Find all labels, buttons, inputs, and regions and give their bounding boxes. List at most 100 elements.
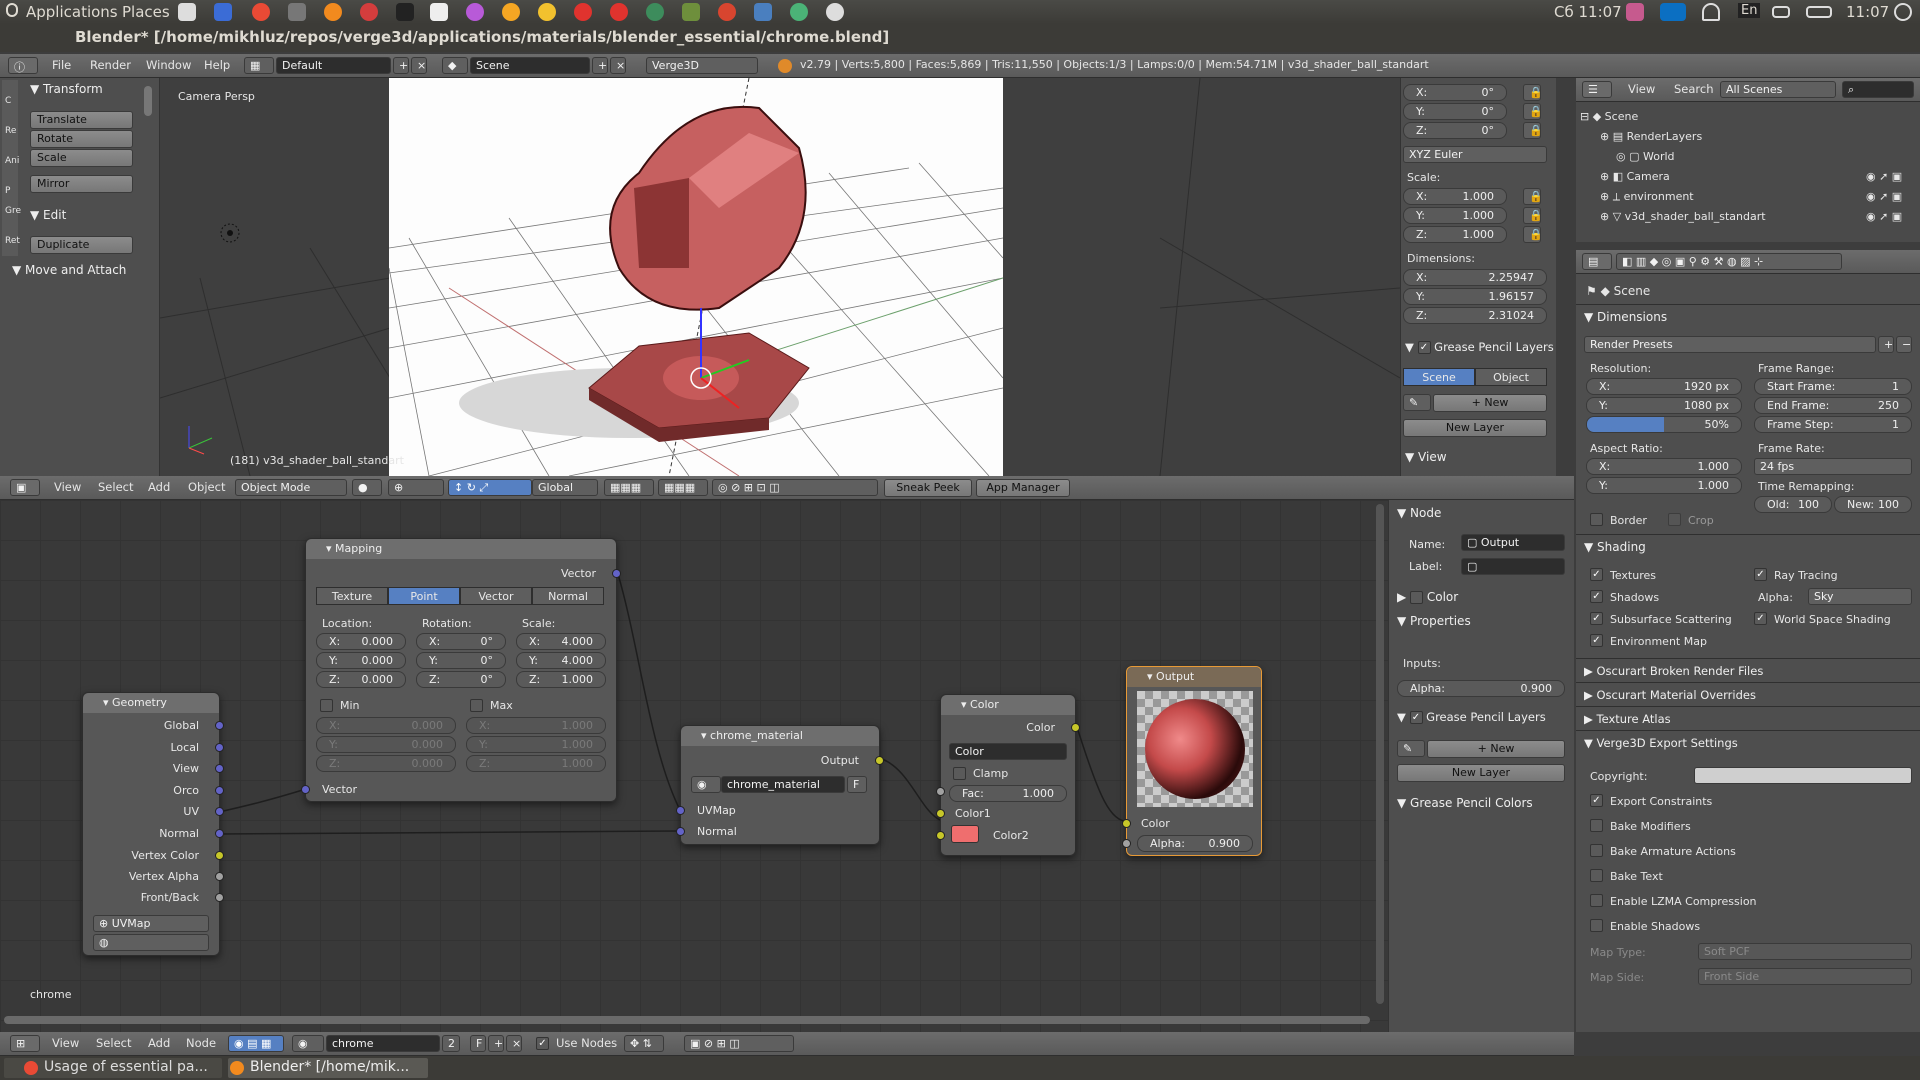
mapping-max-checkbox[interactable]	[470, 699, 483, 712]
crop-checkbox[interactable]	[1668, 513, 1681, 526]
app-red2-icon[interactable]	[610, 3, 628, 21]
geometry-node[interactable]: ▾ Geometry Global Local View Orco UV Nor…	[82, 692, 224, 956]
dimension-z-field[interactable]: Z: 2.31024	[1403, 307, 1547, 324]
tab-grease[interactable]: Gre	[5, 206, 21, 216]
sneak-peek-button[interactable]: Sneak Peek	[884, 479, 972, 497]
blender-icon[interactable]	[324, 3, 342, 21]
node-material-field[interactable]: chrome	[326, 1035, 440, 1052]
node-menu-view[interactable]: View	[52, 1036, 79, 1050]
indicator-icon[interactable]	[1626, 3, 1644, 21]
tool-icon[interactable]	[288, 3, 306, 21]
mapping-rot-z[interactable]: Z: 0°	[416, 671, 506, 688]
use-nodes-checkbox[interactable]: ✓	[536, 1037, 549, 1050]
node-unlink-material-icon[interactable]: ×	[506, 1035, 522, 1052]
outliner-item-shader-ball[interactable]: ⊕ ▽ v3d_shader_ball_standart	[1600, 210, 1766, 223]
applications-menu[interactable]: Applications	[20, 0, 124, 24]
oscurart-overrides-header[interactable]: ▶ Oscurart Material Overrides	[1584, 688, 1756, 702]
node-menu-add[interactable]: Add	[148, 1036, 170, 1050]
geo-socket-vertex-color[interactable]	[215, 851, 224, 860]
color-mix-node[interactable]: ▾ Color Color Color Clamp Fac: 1.000 Colo…	[936, 694, 1080, 856]
node-color-header[interactable]: ▶ Color	[1397, 590, 1458, 604]
network-app-icon[interactable]	[754, 3, 772, 21]
world-space-checkbox[interactable]: ✓	[1754, 612, 1767, 625]
outliner-item-world[interactable]: ◎ ▢ World	[1616, 150, 1675, 163]
sss-checkbox[interactable]: ✓	[1590, 612, 1603, 625]
node-gp-colors-header[interactable]: ▼ Grease Pencil Colors	[1397, 796, 1533, 810]
node-label-field[interactable]: ▢	[1461, 558, 1565, 575]
scene-field[interactable]: Scene	[470, 57, 590, 74]
chrome-icon[interactable]	[252, 3, 270, 21]
rotation-mode-select[interactable]: XYZ Euler	[1403, 146, 1547, 163]
mapping-min-checkbox[interactable]	[320, 699, 333, 712]
gp-new-button[interactable]: + New	[1433, 394, 1547, 412]
mapping-node[interactable]: ▾ Mapping Vector Texture Point Vector No…	[301, 538, 621, 802]
node-editor[interactable]: ▾ Mapping Vector Texture Point Vector No…	[0, 500, 1388, 1032]
tab-create[interactable]: C	[5, 96, 11, 106]
3d-viewport[interactable]: Camera Persp (181) v3d_shader_ball_stand…	[160, 78, 1400, 476]
ray-tracing-checkbox[interactable]: ✓	[1754, 568, 1767, 581]
time-old-field[interactable]: Old: 100	[1754, 496, 1832, 513]
shading-panel-header[interactable]: ▼ Shading	[1584, 540, 1646, 554]
chrome-material-header[interactable]: ▾ chrome_material	[681, 726, 879, 746]
chrome-output-socket[interactable]	[875, 756, 884, 765]
node-name-field[interactable]: ▢ Output	[1461, 534, 1565, 551]
end-frame-field[interactable]: End Frame: 250	[1754, 397, 1912, 414]
power-icon[interactable]	[1894, 3, 1912, 21]
interaction-mode-select[interactable]: Object Mode	[235, 479, 347, 496]
blend-mode-select[interactable]: Color	[949, 743, 1067, 760]
output-color-socket[interactable]	[1122, 819, 1131, 828]
mapping-point-tab[interactable]: Point	[388, 587, 460, 605]
tab-relations[interactable]: Re	[5, 126, 16, 136]
remove-preset-icon[interactable]: −	[1896, 336, 1912, 353]
node-gp-new-button[interactable]: + New	[1427, 740, 1565, 758]
resolution-percent-slider[interactable]: 50%	[1586, 416, 1742, 433]
edit-panel-header[interactable]: ▼ Edit	[30, 208, 66, 222]
node-gp-layers-header[interactable]: ▼ ✓ Grease Pencil Layers	[1397, 710, 1546, 724]
material-ball-icon[interactable]: ◉	[691, 776, 721, 793]
taskbar-item-blender[interactable]: Blender* [/home/mik...	[228, 1058, 428, 1078]
color-node-header[interactable]: ▾ Color	[941, 695, 1075, 715]
geo-socket-orco[interactable]	[215, 786, 224, 795]
manipulator-icons[interactable]: ↕ ↻ ⤢	[448, 479, 532, 496]
geometry-node-header[interactable]: ▾ Geometry	[83, 693, 219, 713]
bake-modifiers-checkbox[interactable]	[1590, 819, 1603, 832]
mapping-node-header[interactable]: ▾ Mapping	[306, 539, 616, 559]
grease-pencil-layers-header[interactable]: ▼ ✓ Grease Pencil Layers	[1405, 340, 1554, 354]
node-menu-node[interactable]: Node	[186, 1036, 216, 1050]
keyboard-layout[interactable]: En	[1738, 3, 1761, 18]
settings-icon[interactable]	[538, 3, 556, 21]
properties-editor-type-icon[interactable]: ▤	[1582, 253, 1612, 270]
env-map-checkbox[interactable]: ✓	[1590, 634, 1603, 647]
node-tool-icons[interactable]: ✥ ⇅	[624, 1035, 664, 1052]
grease-pencil-checkbox[interactable]: ✓	[1417, 341, 1431, 354]
mapping-scale-x[interactable]: X: 4.000	[516, 633, 606, 650]
menu-help[interactable]: Help	[204, 58, 230, 72]
3d-editor-type-icon[interactable]: ▣	[10, 479, 40, 496]
rotation-z-field[interactable]: Z: 0°	[1403, 122, 1507, 139]
node-vertical-scrollbar[interactable]	[1376, 504, 1384, 1004]
layers-block-1[interactable]: ▦▦▦	[604, 479, 654, 496]
calculator-icon[interactable]	[178, 3, 196, 21]
color-output-socket[interactable]	[1071, 723, 1080, 732]
lock-scale-y-icon[interactable]: 🔒	[1523, 207, 1541, 224]
layers-block-2[interactable]: ▦▦▦	[658, 479, 708, 496]
wifi-icon[interactable]	[1702, 3, 1720, 21]
node-properties-header[interactable]: ▼ Properties	[1397, 614, 1471, 628]
v3d-export-header[interactable]: ▼ Verge3D Export Settings	[1584, 736, 1738, 750]
move-attach-header[interactable]: ▼ Move and Attach	[12, 263, 126, 277]
add-scene-icon[interactable]: +	[592, 57, 608, 74]
menu-file[interactable]: File	[52, 58, 71, 72]
menu-window[interactable]: Window	[146, 58, 191, 72]
firefox-nightly-icon[interactable]	[502, 3, 520, 21]
snap-tools-icons[interactable]: ◎ ⊘ ⊞ ⊡ ◫	[712, 479, 878, 496]
geo-socket-vertex-alpha[interactable]	[215, 872, 224, 881]
mapping-loc-y[interactable]: Y: 0.000	[316, 652, 406, 669]
scene-icon[interactable]: ◆	[442, 57, 468, 74]
mapping-scale-y[interactable]: Y: 4.000	[516, 652, 606, 669]
gp-new-layer-button[interactable]: New Layer	[1403, 419, 1547, 437]
3d-menu-select[interactable]: Select	[98, 480, 133, 494]
mapping-loc-z[interactable]: Z: 0.000	[316, 671, 406, 688]
textures-checkbox[interactable]: ✓	[1590, 568, 1603, 581]
chrome-material-node[interactable]: ▾ chrome_material Output ◉ chrome_materi…	[676, 725, 884, 845]
hp-icon[interactable]	[1660, 3, 1686, 21]
